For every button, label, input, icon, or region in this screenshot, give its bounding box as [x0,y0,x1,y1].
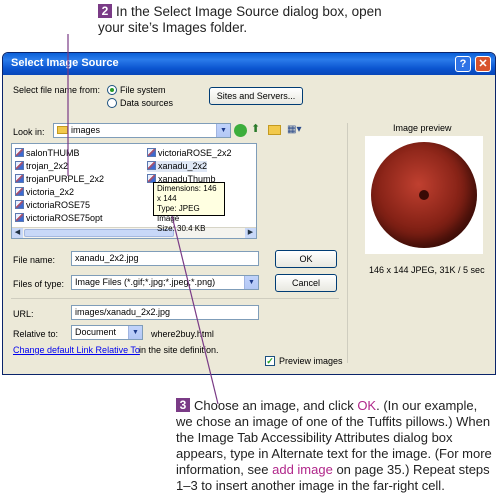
file-item[interactable]: salonTHUMB [15,148,80,159]
file-name: victoria_2x2 [26,187,75,197]
view-menu-icon[interactable]: ▦▾ [287,123,307,136]
file-name: victoriaROSE75 [26,200,91,210]
file-item[interactable]: victoriaROSE75 [15,200,90,211]
callout-text: In the Select Image Source dialog box, o… [98,4,382,35]
file-item[interactable]: victoria_2x2 [15,187,74,198]
image-file-icon [15,148,24,157]
help-button[interactable]: ? [455,56,471,72]
relative-to-value: Document [75,327,117,337]
look-in-label: Look in: [13,127,45,137]
step-number-3: 3 [176,398,190,412]
file-item[interactable]: victoriaROSE_2x2 [147,148,232,159]
up-folder-icon[interactable]: ⬆ [251,123,263,136]
file-name: trojan_2x2 [26,161,69,171]
image-file-icon [15,161,24,170]
title-bar: Select Image Source ? ✕ [3,53,495,75]
chevron-down-icon: ▼ [216,124,230,137]
dialog-title: Select Image Source [11,57,119,69]
file-name-label: File name: [13,255,56,265]
files-of-type-value: Image Files (*.gif;*.jpg;*.jpeg;*.png) [75,277,216,287]
look-in-value: images [71,125,101,135]
data-sources-label: Data sources [120,98,174,108]
image-preview-title: Image preview [393,123,452,133]
relative-page-name: where2buy.html [151,329,214,339]
scroll-left-icon[interactable]: ◀ [12,228,23,238]
folder-icon [57,126,68,134]
file-name: salonTHUMB [26,148,80,158]
file-name: trojanPURPLE_2x2 [26,174,105,184]
panel-divider [347,123,348,363]
cancel-button[interactable]: Cancel [275,274,337,292]
url-field[interactable]: images/xanadu_2x2.jpg [71,305,259,320]
file-item-selected[interactable]: xanadu_2x2 [147,161,208,172]
file-name: xanadu_2x2 [158,161,208,171]
image-file-icon [147,148,156,157]
look-in-dropdown[interactable]: images ▼ [53,123,231,138]
pillow-image [371,142,477,248]
file-name: victoriaROSE75opt [26,213,103,223]
scroll-right-icon[interactable]: ▶ [245,228,256,238]
callout-step-2: 2 In the Select Image Source dialog box, … [98,4,398,36]
files-of-type-dropdown[interactable]: Image Files (*.gif;*.jpg;*.jpeg;*.png) ▼ [71,275,259,290]
select-from-label: Select file name from: [13,85,101,95]
back-icon[interactable] [234,124,247,137]
callout-step-3: 23Choose an image, and click OK. (In our… [176,398,496,494]
step-number: 2 [98,4,112,18]
preview-images-checkbox[interactable]: ✓ [265,356,275,366]
image-file-icon [147,161,156,170]
file-info-tooltip: Dimensions: 146 x 144 Type: JPEG Image S… [153,182,225,233]
ok-button[interactable]: OK [275,250,337,268]
callout-text-1: Choose an image, and click [194,398,358,413]
file-system-label: File system [120,85,166,95]
add-image-link: add image [272,462,333,477]
new-folder-icon[interactable] [268,125,281,135]
image-file-icon [15,213,24,222]
image-file-icon [15,174,24,183]
files-of-type-label: Files of type: [13,279,65,289]
image-file-icon [15,187,24,196]
tooltip-size: Size: 30.4 KB [157,224,206,233]
file-item[interactable]: trojanPURPLE_2x2 [15,174,104,185]
separator [11,298,339,299]
file-name: victoriaROSE_2x2 [158,148,232,158]
file-name-field[interactable]: xanadu_2x2.jpg [71,251,259,266]
change-link-suffix: in the site definition. [139,345,219,355]
data-sources-radio[interactable] [107,98,117,108]
chevron-down-icon: ▼ [128,326,142,339]
chevron-down-icon: ▼ [244,276,258,289]
tooltip-type: Type: JPEG Image [157,204,200,223]
image-file-icon [15,200,24,209]
image-preview [365,136,483,254]
scrollbar-thumb[interactable] [24,229,174,237]
file-item[interactable]: trojan_2x2 [15,161,68,172]
callout-ok-highlight: OK [357,398,377,413]
close-button[interactable]: ✕ [475,56,491,72]
preview-images-label: Preview images [279,356,343,366]
select-image-source-dialog: Select Image Source ? ✕ Select file name… [2,52,496,375]
tooltip-dimensions: Dimensions: 146 x 144 [157,184,217,203]
relative-to-label: Relative to: [13,329,59,339]
change-default-link[interactable]: Change default Link Relative To [13,345,140,355]
preview-info: 146 x 144 JPEG, 31K / 5 sec [369,265,485,275]
file-system-radio[interactable] [107,85,117,95]
relative-to-dropdown[interactable]: Document ▼ [71,325,143,340]
sites-and-servers-button[interactable]: Sites and Servers... [209,87,303,105]
url-label: URL: [13,309,34,319]
file-item[interactable]: victoriaROSE75opt [15,213,103,224]
